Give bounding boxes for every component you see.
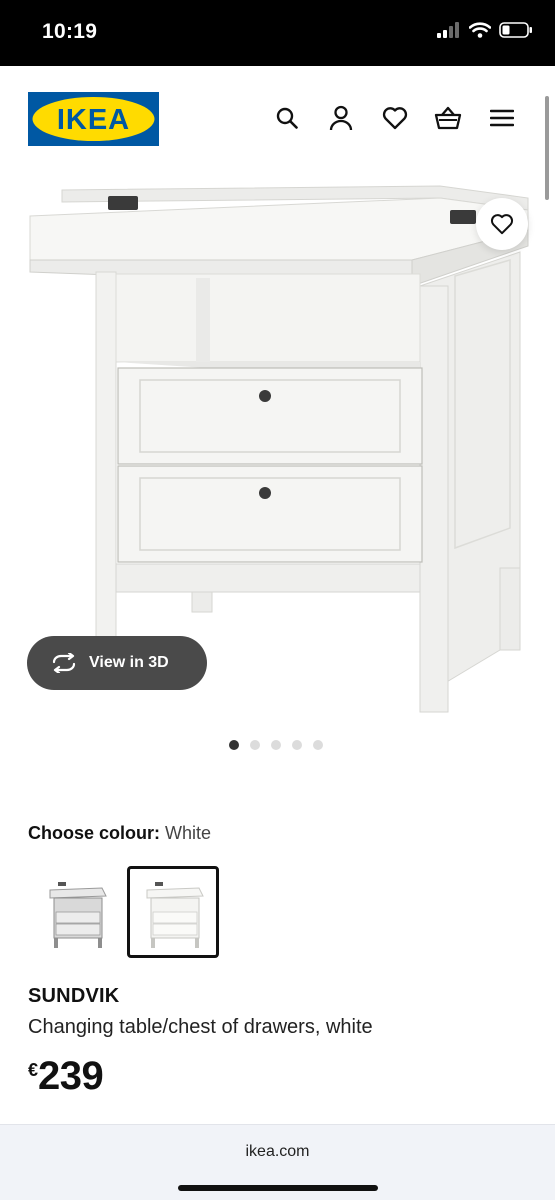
price-amount: 239 [38,1054,104,1098]
gallery-dot[interactable] [229,740,239,750]
basket-button[interactable] [434,104,462,132]
logo-text: IKEA [57,104,130,136]
url-text[interactable]: ikea.com [0,1143,555,1161]
heart-icon [382,107,408,130]
swatch-thumbnail [49,882,107,948]
user-icon [329,105,353,131]
menu-button[interactable] [488,104,516,132]
colour-chooser-label: Choose colour: White [28,823,211,844]
price-currency: € [28,1060,39,1080]
product-description: Changing table/chest of drawers, white [28,1016,373,1038]
heart-icon [490,214,514,235]
signal-icon [437,22,459,38]
gallery-dot[interactable] [313,740,323,750]
wifi-icon [469,22,491,38]
gallery-dot[interactable] [271,740,281,750]
gallery-pagination [229,740,323,750]
ikea-logo[interactable]: IKEA [28,92,159,146]
swatch-thumbnail [146,882,204,948]
browser-address-bar[interactable]: ikea.com [0,1124,555,1200]
gallery-dot[interactable] [250,740,260,750]
status-bar: 10:19 [0,0,555,66]
search-icon [276,107,298,129]
colour-option-grey[interactable] [30,866,122,958]
battery-icon [499,22,532,38]
home-indicator[interactable] [178,1185,378,1191]
status-time: 10:19 [42,20,98,43]
basket-icon [434,106,462,130]
colour-label: Choose colour: [28,823,161,843]
product-price: € 239 [28,1054,104,1099]
view-in-3d-button[interactable]: View in 3D [27,636,207,690]
wishlist-button[interactable] [381,104,409,132]
favourite-button[interactable] [476,198,528,250]
menu-icon [490,109,514,127]
colour-option-white[interactable] [127,866,219,958]
colour-value: White [165,823,212,843]
status-icons [437,22,533,38]
rotate-3d-icon [52,653,76,673]
account-button[interactable] [327,104,355,132]
view-in-3d-label: View in 3D [89,654,169,671]
site-header: IKEA [0,66,555,166]
product-name: SUNDVIK [28,985,120,1007]
search-button[interactable] [273,104,301,132]
gallery-dot[interactable] [292,740,302,750]
